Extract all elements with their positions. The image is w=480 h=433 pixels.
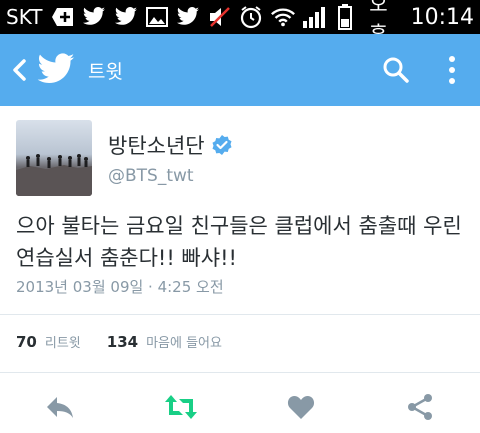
chevron-left-icon — [13, 59, 26, 81]
image-icon — [144, 4, 169, 30]
display-name[interactable]: 방탄소년단 — [108, 130, 205, 160]
tweet-text: 으아 불타는 금요일 친구들은 클럽에서 춤출때 우린 연습실서 춤춘다!! 빠… — [16, 214, 462, 270]
retweet-icon — [165, 395, 197, 419]
share-icon — [408, 394, 432, 420]
share-button[interactable] — [398, 384, 442, 430]
wifi-icon — [270, 4, 296, 30]
mute-icon — [207, 4, 232, 30]
clock: 10:14 — [410, 4, 475, 30]
tweet-actions — [0, 384, 480, 430]
retweet-count[interactable]: 70 — [16, 333, 37, 351]
like-count-label: 마음에 들어요 — [146, 336, 222, 351]
like-button[interactable] — [279, 384, 323, 430]
reply-button[interactable] — [38, 384, 82, 430]
heart-icon — [287, 396, 315, 419]
twitter-logo-icon — [37, 53, 75, 83]
overflow-menu-button[interactable] — [424, 34, 480, 106]
plus-notification-icon — [50, 4, 75, 30]
like-count[interactable]: 134 — [107, 333, 138, 351]
tweet-stats: 70 리트윗 134 마음에 들어요 — [16, 332, 222, 352]
app-bar: 트윗 — [0, 34, 480, 106]
carrier-label: SKT — [6, 5, 43, 29]
verified-badge-icon — [212, 135, 232, 155]
search-button[interactable] — [368, 34, 424, 106]
divider — [0, 314, 480, 315]
alarm-icon — [238, 4, 263, 30]
user-handle[interactable]: @BTS_twt — [108, 166, 194, 186]
retweet-button[interactable] — [159, 384, 203, 430]
back-button[interactable] — [2, 34, 36, 106]
avatar[interactable] — [16, 120, 92, 196]
tweet-timestamp: 2013년 03월 09일 · 4:25 오전 — [16, 278, 224, 296]
status-bar: SKT 오후 10:14 — [0, 0, 480, 45]
twitter-icon — [176, 4, 201, 30]
reply-icon — [47, 397, 73, 418]
retweet-count-label: 리트윗 — [44, 336, 81, 351]
divider — [0, 372, 480, 373]
twitter-icon — [82, 4, 107, 30]
signal-icon — [302, 4, 328, 30]
page-title: 트윗 — [88, 60, 123, 83]
battery-icon — [334, 4, 358, 30]
more-vertical-icon — [449, 56, 455, 84]
twitter-icon — [113, 4, 138, 30]
avatar-image — [16, 154, 92, 196]
search-icon — [383, 57, 409, 83]
